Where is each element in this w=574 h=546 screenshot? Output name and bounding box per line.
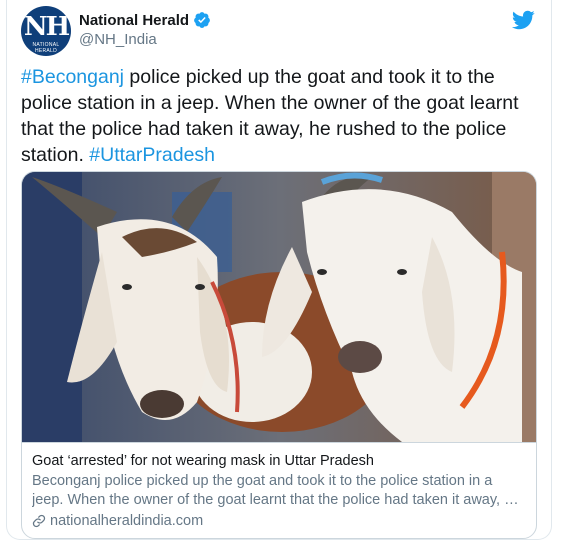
author-handle[interactable]: @NH_India — [79, 31, 157, 48]
card-url[interactable]: nationalheraldindia.com — [50, 513, 203, 529]
twitter-bird-icon[interactable] — [511, 8, 535, 32]
card-info[interactable]: Goat ‘arrested’ for not wearing mask in … — [22, 442, 536, 538]
author-name[interactable]: National Herald — [79, 12, 189, 29]
tweet-text: #Beconganj police picked up the goat and… — [21, 64, 521, 168]
card-description: Beconganj police picked up the goat and … — [32, 473, 521, 508]
avatar-caption: NATIONAL HERALD — [32, 42, 60, 54]
tweet-card[interactable]: NH NATIONAL HERALD National Herald @NH_I… — [6, 0, 552, 540]
avatar[interactable]: NH NATIONAL HERALD — [21, 6, 71, 56]
link-icon — [32, 514, 46, 528]
goats-photo[interactable] — [22, 172, 537, 442]
avatar-initials: NH — [23, 12, 70, 42]
verified-badge-icon — [194, 12, 210, 28]
card-url-row[interactable]: nationalheraldindia.com — [32, 513, 526, 529]
card-title[interactable]: Goat ‘arrested’ for not wearing mask in … — [32, 453, 526, 469]
hashtag-beconganj[interactable]: #Beconganj — [21, 66, 124, 88]
hashtag-uttarpradesh[interactable]: #UttarPradesh — [89, 144, 215, 166]
link-preview-card[interactable]: Goat ‘arrested’ for not wearing mask in … — [21, 171, 537, 539]
author-name-row: National Herald — [79, 11, 211, 29]
